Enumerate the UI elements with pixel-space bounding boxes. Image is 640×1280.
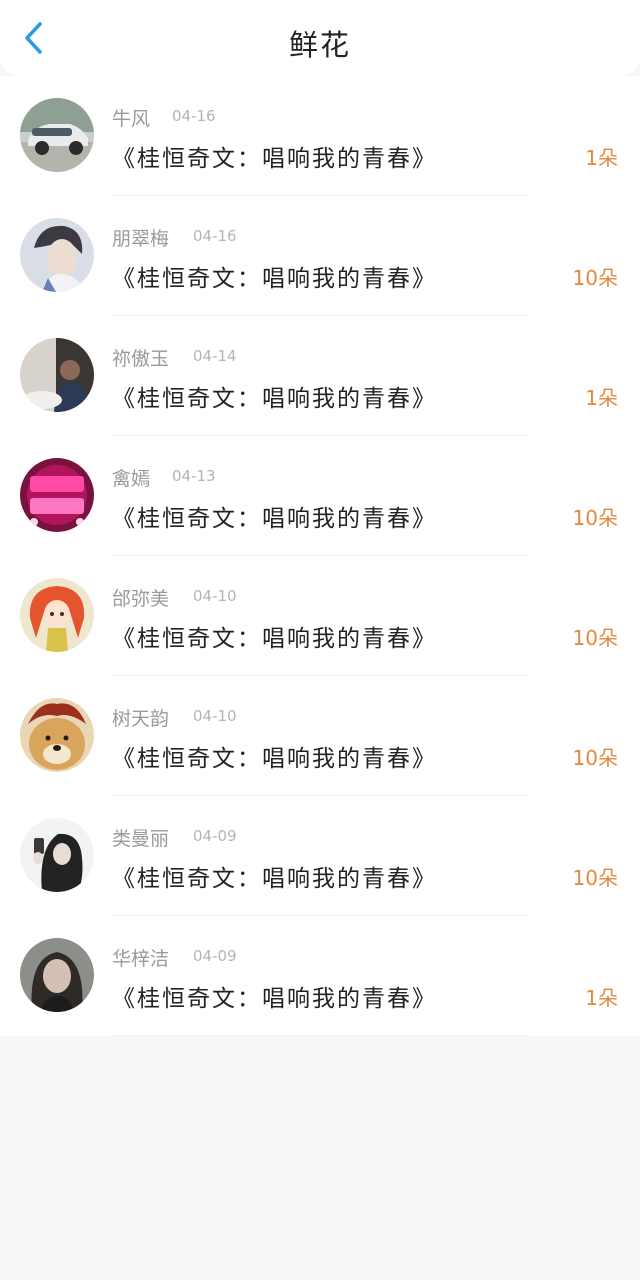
list-item[interactable]: 邰弥美 04-10 《桂恒奇文：唱响我的青春》 10朵 <box>0 556 640 676</box>
sender-name: 类曼丽 <box>112 828 170 850</box>
flower-count: 10朵 <box>572 506 618 530</box>
woman-portrait-avatar <box>20 938 94 1012</box>
list-item[interactable]: 牛风 04-16 《桂恒奇文：唱响我的青春》 1朵 <box>0 76 640 196</box>
flower-count: 10朵 <box>572 866 618 890</box>
flower-records-page: 鲜花 牛风 04-16 《桂恒奇文：唱响我的青春》 1朵 朋翠梅 04-16 《… <box>0 0 640 1280</box>
flower-count: 10朵 <box>572 266 618 290</box>
book-title: 《桂恒奇文：唱响我的青春》 <box>112 746 437 772</box>
sender-name: 树天韵 <box>112 708 170 730</box>
book-title: 《桂恒奇文：唱响我的青春》 <box>112 866 437 892</box>
page-title: 鲜花 <box>288 28 351 62</box>
book-title: 《桂恒奇文：唱响我的青春》 <box>112 506 437 532</box>
sender-name: 牛风 <box>112 108 151 130</box>
list-item[interactable]: 朋翠梅 04-16 《桂恒奇文：唱响我的青春》 10朵 <box>0 196 640 316</box>
car-photo-avatar <box>20 98 94 172</box>
indoor-photo-avatar <box>20 338 94 412</box>
send-date: 04-09 <box>193 827 237 845</box>
nav-header: 鲜花 <box>0 0 640 76</box>
flower-record-list: 牛风 04-16 《桂恒奇文：唱响我的青春》 1朵 朋翠梅 04-16 《桂恒奇… <box>0 76 640 1036</box>
list-item[interactable]: 类曼丽 04-09 《桂恒奇文：唱响我的青春》 10朵 <box>0 796 640 916</box>
list-item[interactable]: 树天韵 04-10 《桂恒奇文：唱响我的青春》 10朵 <box>0 676 640 796</box>
sender-name: 禽嫣 <box>112 468 151 490</box>
send-date: 04-10 <box>193 587 237 605</box>
flower-count: 10朵 <box>572 626 618 650</box>
flower-count: 1朵 <box>585 146 618 170</box>
book-title: 《桂恒奇文：唱响我的青春》 <box>112 986 437 1012</box>
sender-name: 祢傲玉 <box>112 348 170 370</box>
book-title: 《桂恒奇文：唱响我的青春》 <box>112 386 437 412</box>
valentines-day-graphic-avatar <box>20 458 94 532</box>
book-title: 《桂恒奇文：唱响我的青春》 <box>112 146 437 172</box>
book-title: 《桂恒奇文：唱响我的青春》 <box>112 626 437 652</box>
send-date: 04-16 <box>193 227 237 245</box>
sender-name: 华梓洁 <box>112 948 170 970</box>
phone-selfie-avatar <box>20 818 94 892</box>
flower-count: 10朵 <box>572 746 618 770</box>
anime-girl-avatar <box>20 578 94 652</box>
book-title: 《桂恒奇文：唱响我的青春》 <box>112 266 437 292</box>
send-date: 04-10 <box>193 707 237 725</box>
list-item[interactable]: 祢傲玉 04-14 《桂恒奇文：唱响我的青春》 1朵 <box>0 316 640 436</box>
flower-count: 1朵 <box>585 386 618 410</box>
list-item[interactable]: 禽嫣 04-13 《桂恒奇文：唱响我的青春》 10朵 <box>0 436 640 556</box>
young-man-portrait-avatar <box>20 218 94 292</box>
send-date: 04-09 <box>193 947 237 965</box>
sender-name: 邰弥美 <box>112 588 170 610</box>
sender-name: 朋翠梅 <box>112 228 170 250</box>
row-divider <box>112 1035 528 1036</box>
flower-count: 1朵 <box>585 986 618 1010</box>
list-item[interactable]: 华梓洁 04-09 《桂恒奇文：唱响我的青春》 1朵 <box>0 916 640 1036</box>
send-date: 04-13 <box>172 467 216 485</box>
shiba-dog-avatar <box>20 698 94 772</box>
send-date: 04-14 <box>193 347 237 365</box>
send-date: 04-16 <box>172 107 216 125</box>
